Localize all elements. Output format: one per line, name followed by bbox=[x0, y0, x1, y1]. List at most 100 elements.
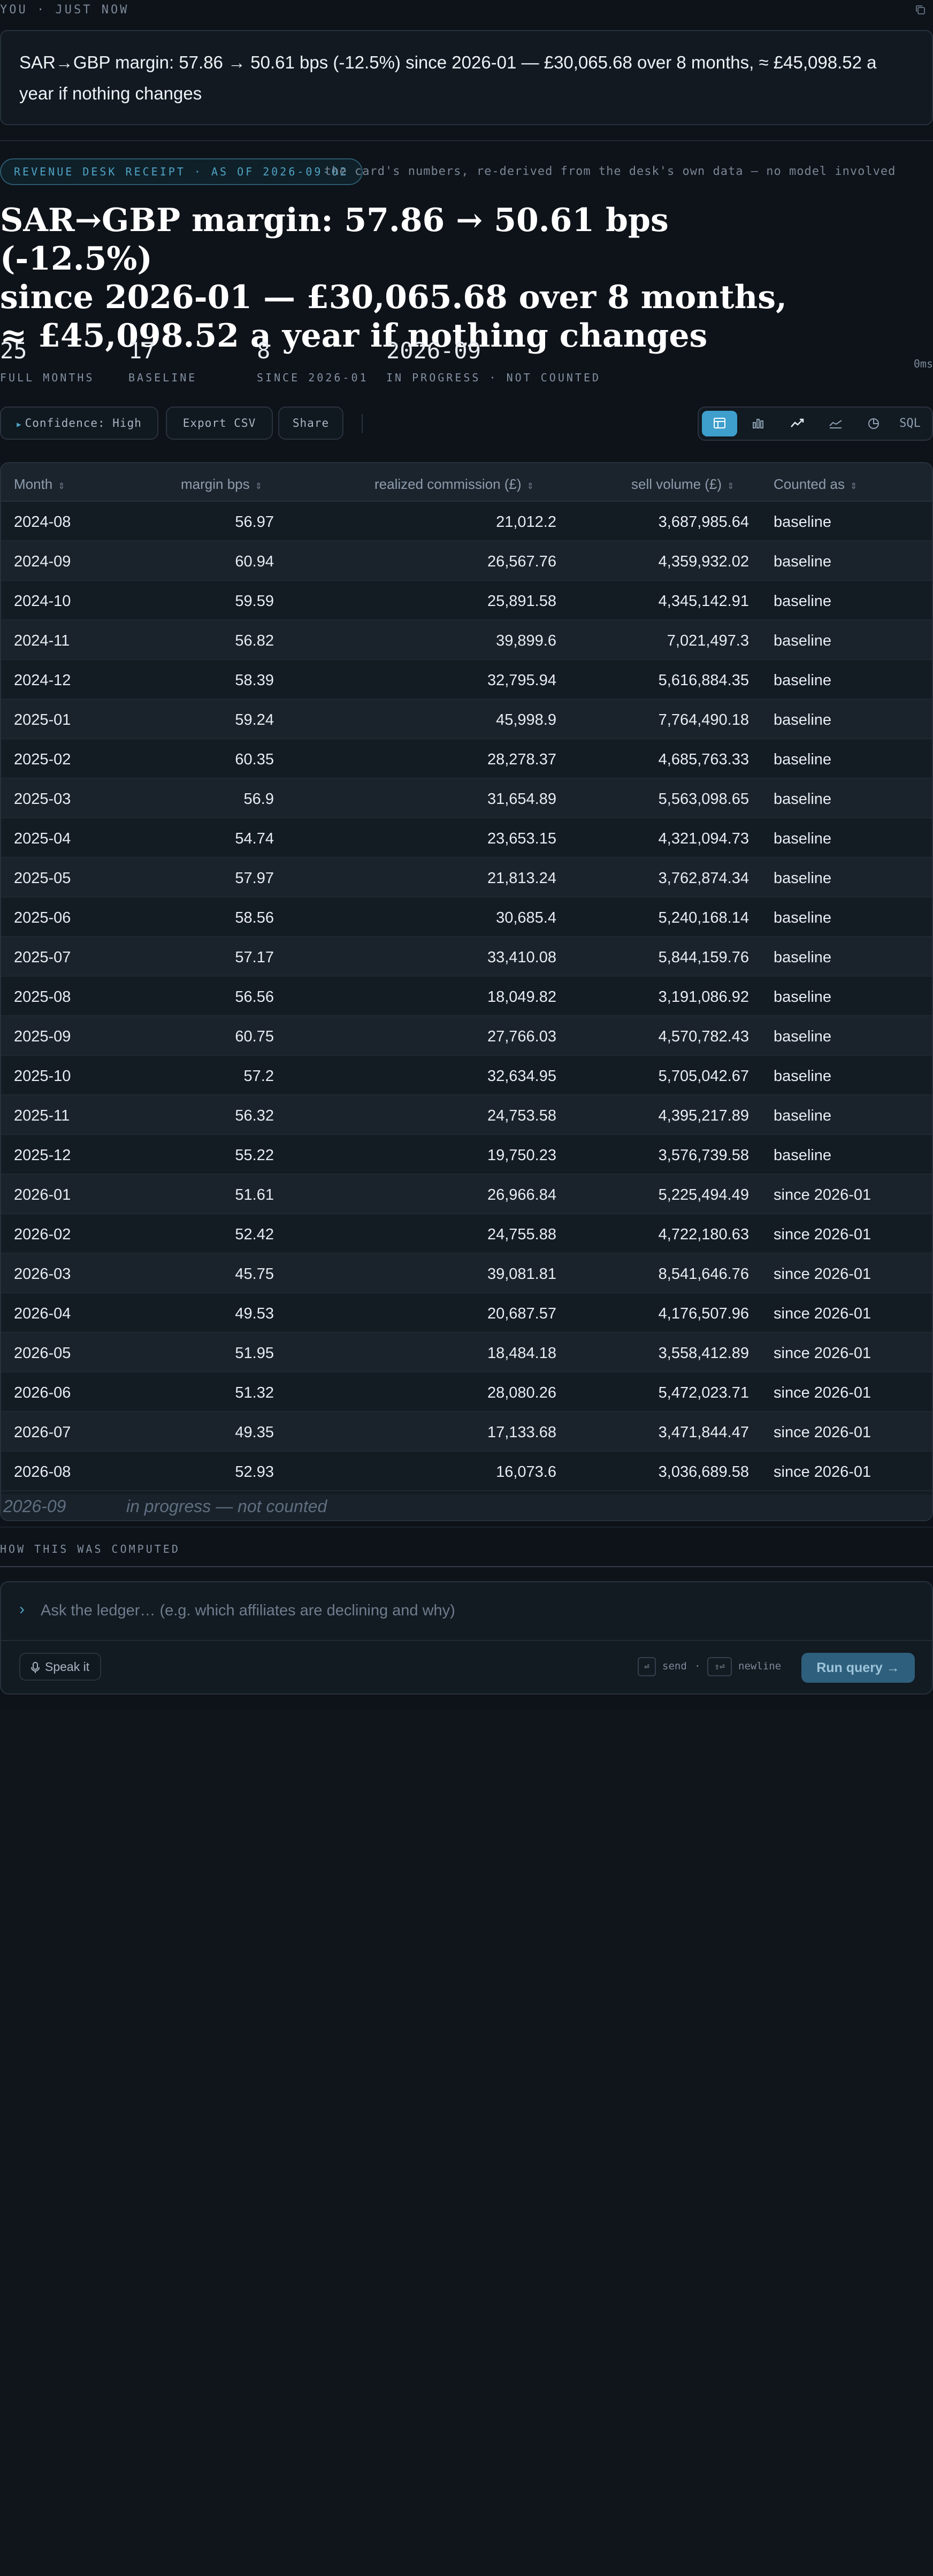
table-cell: 30,685.4 bbox=[496, 909, 556, 926]
table-cell: 3,762,874.34 bbox=[658, 870, 749, 887]
results-table: Month ⇕ margin bps ⇕ realized commission (… bbox=[0, 462, 933, 1521]
in-progress-month: 2026-09 bbox=[3, 1497, 66, 1516]
table-cell: 5,240,168.14 bbox=[658, 909, 749, 926]
table-row: 2025-06 58.56 30,685.4 5,240,168.14 baseline bbox=[1, 898, 932, 937]
stat-value: 2026-09 bbox=[386, 338, 481, 364]
headline-line: since 2026-01 — £30,065.68 over 8 months… bbox=[0, 279, 787, 316]
table-cell: baseline bbox=[774, 791, 832, 808]
table-cell: 5,472,023.71 bbox=[658, 1384, 749, 1401]
sql-view-button[interactable]: SQL bbox=[892, 411, 928, 436]
table-cell: 54.74 bbox=[235, 830, 274, 847]
table-cell: baseline bbox=[774, 870, 832, 887]
table-cell: 19,750.23 bbox=[487, 1147, 556, 1164]
stat-label: FULL MONTHS bbox=[0, 371, 95, 384]
confidence-label: Confidence: High bbox=[25, 417, 142, 430]
how-computed-heading[interactable]: HOW THIS WAS COMPUTED bbox=[0, 1543, 180, 1555]
column-header-month[interactable]: Month ⇕ bbox=[14, 476, 65, 493]
receipt-badge: REVENUE DESK RECEIPT · AS OF 2026-09-02 bbox=[0, 158, 363, 185]
table-cell: baseline bbox=[774, 593, 832, 610]
table-cell: 2026-01 bbox=[14, 1186, 71, 1203]
table-cell: 59.59 bbox=[235, 593, 274, 610]
line-chart-view-button[interactable] bbox=[779, 411, 814, 436]
table-cell: 49.53 bbox=[235, 1305, 274, 1322]
table-cell: 4,345,142.91 bbox=[658, 593, 749, 610]
table-row: 2025-01 59.24 45,998.9 7,764,490.18 baseline bbox=[1, 700, 932, 739]
table-cell: 2026-02 bbox=[14, 1226, 71, 1243]
table-cell: 2026-08 bbox=[14, 1463, 71, 1481]
composer-divider bbox=[1, 1640, 932, 1641]
table-cell: 3,687,985.64 bbox=[658, 513, 749, 531]
table-cell: 57.2 bbox=[243, 1068, 274, 1085]
table-cell: 4,359,932.02 bbox=[658, 553, 749, 570]
table-cell: baseline bbox=[774, 988, 832, 1006]
table-cell: 39,081.81 bbox=[487, 1266, 556, 1283]
table-row: 2026-06 51.32 28,080.26 5,472,023.71 since 2… bbox=[1, 1373, 932, 1412]
table-cell: 4,176,507.96 bbox=[658, 1305, 749, 1322]
table-cell: 2026-07 bbox=[14, 1424, 71, 1441]
table-cell: 24,755.88 bbox=[487, 1226, 556, 1243]
table-cell: 2024-10 bbox=[14, 593, 71, 610]
table-cell: 3,036,689.58 bbox=[658, 1463, 749, 1481]
share-button[interactable]: Share bbox=[278, 407, 343, 440]
table-cell: 57.97 bbox=[235, 870, 274, 887]
table-row: 2024-08 56.97 21,012.2 3,687,985.64 baseline bbox=[1, 502, 932, 541]
run-query-button[interactable]: Run query → bbox=[801, 1653, 915, 1683]
page-background bbox=[0, 1709, 933, 2576]
table-cell: 2026-05 bbox=[14, 1345, 71, 1362]
table-cell: 2025-11 bbox=[14, 1107, 70, 1124]
table-cell: 8,541,646.76 bbox=[658, 1266, 749, 1283]
in-progress-row: 2026-09 in progress — not counted bbox=[1, 1494, 932, 1520]
stat-value: 8 bbox=[257, 338, 271, 364]
table-cell: 7,021,497.3 bbox=[667, 632, 749, 649]
table-cell: 27,766.03 bbox=[487, 1028, 556, 1045]
receipt-note: the card's numbers, re-derived from the … bbox=[324, 165, 896, 178]
table-cell: 2024-11 bbox=[14, 632, 70, 649]
export-csv-button[interactable]: Export CSV bbox=[166, 407, 273, 440]
bar-chart-icon bbox=[753, 419, 763, 428]
table-cell: 59.24 bbox=[235, 711, 274, 729]
column-header-commission[interactable]: realized commission (£) ⇕ bbox=[374, 476, 534, 493]
table-row: 2024-11 56.82 39,899.6 7,021,497.3 baseline bbox=[1, 620, 932, 660]
speak-button[interactable]: Speak it bbox=[19, 1653, 102, 1681]
column-header-counted-as[interactable]: Counted as ⇕ bbox=[774, 476, 857, 493]
table-cell: 58.56 bbox=[235, 909, 274, 926]
area-chart-view-button[interactable] bbox=[817, 411, 853, 436]
table-cell: 33,410.08 bbox=[487, 949, 556, 966]
table-cell: 4,570,782.43 bbox=[658, 1028, 749, 1045]
table-cell: 21,813.24 bbox=[487, 870, 556, 887]
table-cell: 2025-03 bbox=[14, 791, 71, 808]
table-cell: 17,133.68 bbox=[487, 1424, 556, 1441]
table-cell: 56.97 bbox=[235, 513, 274, 531]
bar-chart-view-button[interactable] bbox=[740, 411, 776, 436]
speak-label: Speak it bbox=[45, 1660, 90, 1674]
confidence-button[interactable]: ▶ Confidence: High bbox=[0, 407, 158, 440]
table-view-button[interactable] bbox=[702, 411, 737, 436]
table-cell: since 2026-01 bbox=[774, 1424, 871, 1441]
table-cell: 60.75 bbox=[235, 1028, 274, 1045]
table-cell: 4,395,217.89 bbox=[658, 1107, 749, 1124]
table-cell: since 2026-01 bbox=[774, 1345, 871, 1362]
user-message-text: SAR→GBP margin: 57.86 → 50.61 bps (-12.5… bbox=[19, 52, 877, 103]
table-cell: 2025-09 bbox=[14, 1028, 71, 1045]
table-icon bbox=[714, 418, 725, 428]
table-row: 2025-12 55.22 19,750.23 3,576,739.58 baselin… bbox=[1, 1135, 932, 1175]
table-row: 2025-09 60.75 27,766.03 4,570,782.43 baselin… bbox=[1, 1016, 932, 1056]
answer-headline: SAR→GBP margin: 57.86 → 50.61 bps (-12.5… bbox=[0, 201, 802, 355]
view-switcher: SQL bbox=[698, 407, 933, 441]
query-input[interactable] bbox=[41, 1597, 897, 1624]
newline-hint: newline bbox=[738, 1660, 782, 1672]
author-label: YOU · JUST NOW bbox=[0, 3, 129, 17]
copy-icon[interactable] bbox=[915, 4, 928, 17]
table-cell: 5,225,494.49 bbox=[658, 1186, 749, 1203]
stat-full-months: 25 FULL MONTHS bbox=[0, 336, 94, 384]
column-header-volume[interactable]: sell volume (£) ⇕ bbox=[631, 476, 734, 493]
table-cell: 2026-06 bbox=[14, 1384, 71, 1401]
sort-icon: ⇕ bbox=[526, 482, 534, 491]
table-row: 2025-11 56.32 24,753.58 4,395,217.89 baselin… bbox=[1, 1095, 932, 1135]
table-cell: 60.35 bbox=[235, 751, 274, 768]
pie-chart-view-button[interactable] bbox=[856, 411, 891, 436]
table-row: 2024-09 60.94 26,567.76 4,359,932.02 baselin… bbox=[1, 541, 932, 581]
column-header-margin[interactable]: margin bps ⇕ bbox=[181, 476, 262, 493]
table-cell: 23,653.15 bbox=[487, 830, 556, 847]
table-cell: 28,080.26 bbox=[487, 1384, 556, 1401]
